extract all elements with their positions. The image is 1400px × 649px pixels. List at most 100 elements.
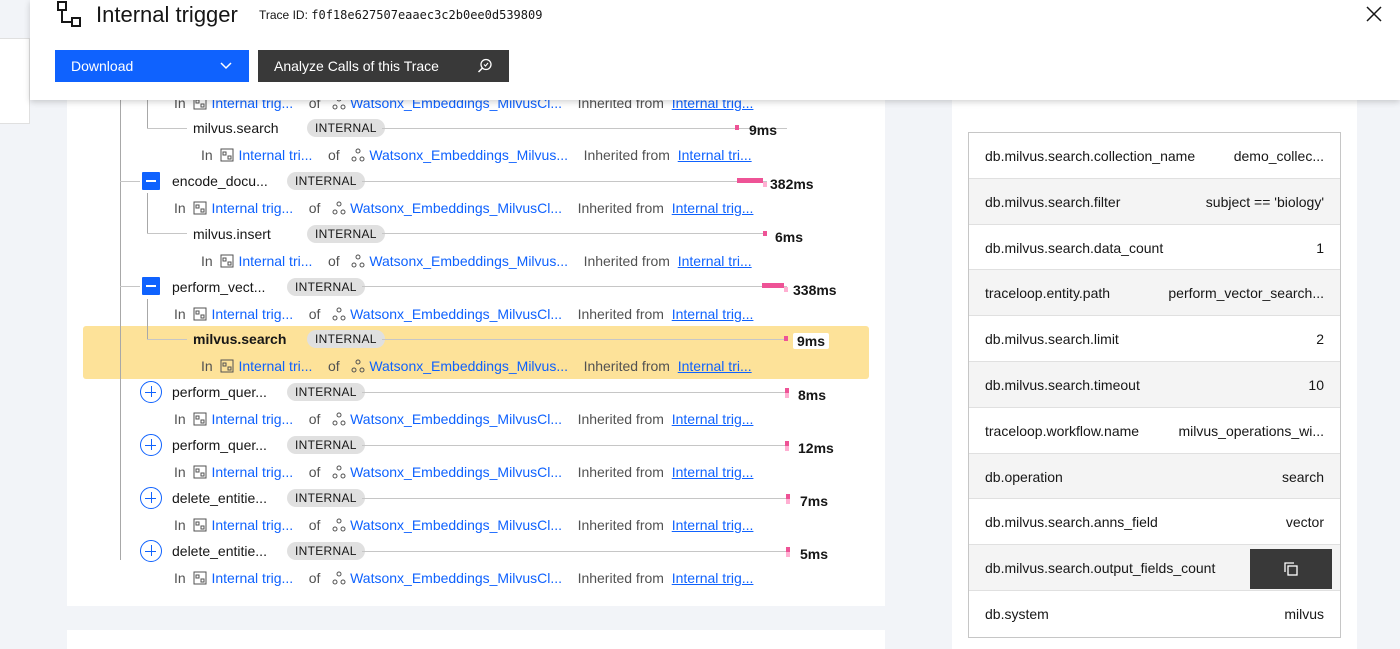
inherited-link[interactable]: Internal trig... [672, 306, 754, 322]
span-name[interactable]: perform_vect... [172, 279, 265, 295]
background-panel-stub [0, 38, 30, 124]
application-link[interactable]: Watsonx_Embeddings_MilvusCl... [350, 200, 562, 216]
service-link[interactable]: Internal trig... [211, 570, 293, 586]
service-icon [193, 571, 207, 585]
attribute-key: db.milvus.search.filter [985, 193, 1121, 210]
expand-button[interactable] [140, 487, 162, 509]
span-name[interactable]: perform_quer... [172, 384, 267, 400]
span-name-selected[interactable]: milvus.search [193, 331, 286, 347]
service-link[interactable]: Internal tri... [238, 147, 312, 163]
attribute-key: db.system [985, 605, 1049, 622]
expand-button[interactable] [140, 381, 162, 403]
duration-bar [737, 178, 763, 183]
application-icon [351, 254, 365, 268]
service-link[interactable]: Internal tri... [238, 358, 312, 374]
application-link[interactable]: Watsonx_Embeddings_MilvusCl... [350, 517, 562, 533]
application-link[interactable]: Watsonx_Embeddings_Milvus... [369, 147, 568, 163]
duration-bar-self [785, 446, 789, 451]
service-icon [193, 465, 207, 479]
span-kind-tag: INTERNAL [287, 436, 365, 454]
duration-bar-self [785, 393, 789, 398]
service-icon [220, 359, 234, 373]
duration-bar [735, 125, 739, 130]
duration-bar [762, 283, 784, 288]
span-name[interactable]: perform_quer... [172, 437, 267, 453]
inherited-link[interactable]: Internal trig... [672, 570, 754, 586]
page-title: Internal trigger [96, 2, 238, 27]
inherited-link[interactable]: Internal trig... [672, 200, 754, 216]
span-kind-tag: INTERNAL [287, 278, 365, 296]
service-link[interactable]: Internal trig... [211, 464, 293, 480]
attribute-row: db.milvus.search.anns_field vector [969, 499, 1340, 546]
application-link[interactable]: Watsonx_Embeddings_MilvusCl... [350, 306, 562, 322]
application-link[interactable]: Watsonx_Embeddings_Milvus... [369, 358, 568, 374]
timeline-line [362, 551, 787, 552]
span-name[interactable]: milvus.insert [193, 226, 271, 242]
duration-bar-self [763, 182, 767, 187]
service-icon [193, 518, 207, 532]
service-link[interactable]: Internal trig... [211, 306, 293, 322]
application-link[interactable]: Watsonx_Embeddings_MilvusCl... [350, 464, 562, 480]
collapse-button[interactable] [142, 172, 160, 190]
span-meta: In Internal trig... of Watsonx_Embedding… [174, 306, 754, 322]
expand-button[interactable] [140, 540, 162, 562]
span-duration: 8ms [798, 387, 827, 403]
copy-button[interactable] [1250, 549, 1332, 590]
span-duration: 382ms [770, 176, 814, 192]
expand-button[interactable] [140, 434, 162, 456]
inherited-link[interactable]: Internal trig... [672, 411, 754, 427]
span-duration: 338ms [793, 282, 837, 298]
inherited-link[interactable]: Internal tri... [678, 147, 752, 163]
timeline-line [362, 498, 787, 499]
span-kind-tag: INTERNAL [307, 330, 385, 348]
search-analyze-icon [477, 58, 492, 73]
inherited-link[interactable]: Internal tri... [678, 358, 752, 374]
duration-bar-self [784, 287, 788, 292]
close-icon[interactable] [1364, 4, 1384, 24]
application-link[interactable]: Watsonx_Embeddings_MilvusCl... [350, 570, 562, 586]
attribute-row: traceloop.entity.path perform_vector_sea… [969, 270, 1340, 317]
inherited-link[interactable]: Internal tri... [678, 253, 752, 269]
duration-bar [784, 336, 788, 341]
application-link[interactable]: Watsonx_Embeddings_MilvusCl... [350, 411, 562, 427]
tree-line [147, 193, 148, 233]
tree-line [147, 339, 187, 340]
service-icon [193, 307, 207, 321]
timeline-line [382, 339, 787, 340]
download-button[interactable]: Download [55, 50, 249, 82]
analyze-calls-button[interactable]: Analyze Calls of this Trace [258, 50, 509, 82]
attribute-key: db.milvus.search.output_fields_count [985, 560, 1216, 577]
span-name[interactable]: delete_entitie... [172, 490, 267, 506]
inherited-link[interactable]: Internal trig... [672, 517, 754, 533]
inherited-link[interactable]: Internal trig... [672, 464, 754, 480]
span-name[interactable]: encode_docu... [172, 173, 268, 189]
application-link[interactable]: Watsonx_Embeddings_Milvus... [369, 253, 568, 269]
service-link[interactable]: Internal tri... [238, 253, 312, 269]
span-kind-tag: INTERNAL [287, 383, 365, 401]
span-name[interactable]: milvus.search [193, 120, 279, 136]
service-icon [193, 412, 207, 426]
span-name[interactable]: delete_entitie... [172, 543, 267, 559]
span-meta: In Internal trig... of Watsonx_Embedding… [174, 411, 754, 427]
service-link[interactable]: Internal trig... [211, 411, 293, 427]
service-link[interactable]: Internal trig... [211, 200, 293, 216]
duration-bar-self [786, 499, 790, 504]
attribute-row: db.milvus.search.limit 2 [969, 316, 1340, 362]
service-link[interactable]: Internal trig... [211, 517, 293, 533]
tree-line [120, 286, 140, 287]
attribute-row: db.operation search [969, 453, 1340, 500]
attribute-row: db.milvus.search.timeout 10 [969, 361, 1340, 408]
application-icon [332, 518, 346, 532]
attribute-key: db.milvus.search.limit [985, 331, 1119, 348]
service-icon [220, 148, 234, 162]
application-icon [351, 359, 365, 373]
collapse-button[interactable] [142, 277, 160, 295]
chevron-down-icon [220, 62, 232, 70]
trace-tree-icon [57, 1, 81, 27]
lower-panel [67, 630, 885, 649]
attribute-value: milvus [1284, 605, 1324, 622]
duration-bar-self [786, 552, 790, 557]
span-meta: In Internal trig... of Watsonx_Embedding… [174, 200, 754, 216]
timeline-line [362, 181, 767, 182]
attribute-row: db.milvus.search.collection_name demo_co… [969, 133, 1340, 179]
